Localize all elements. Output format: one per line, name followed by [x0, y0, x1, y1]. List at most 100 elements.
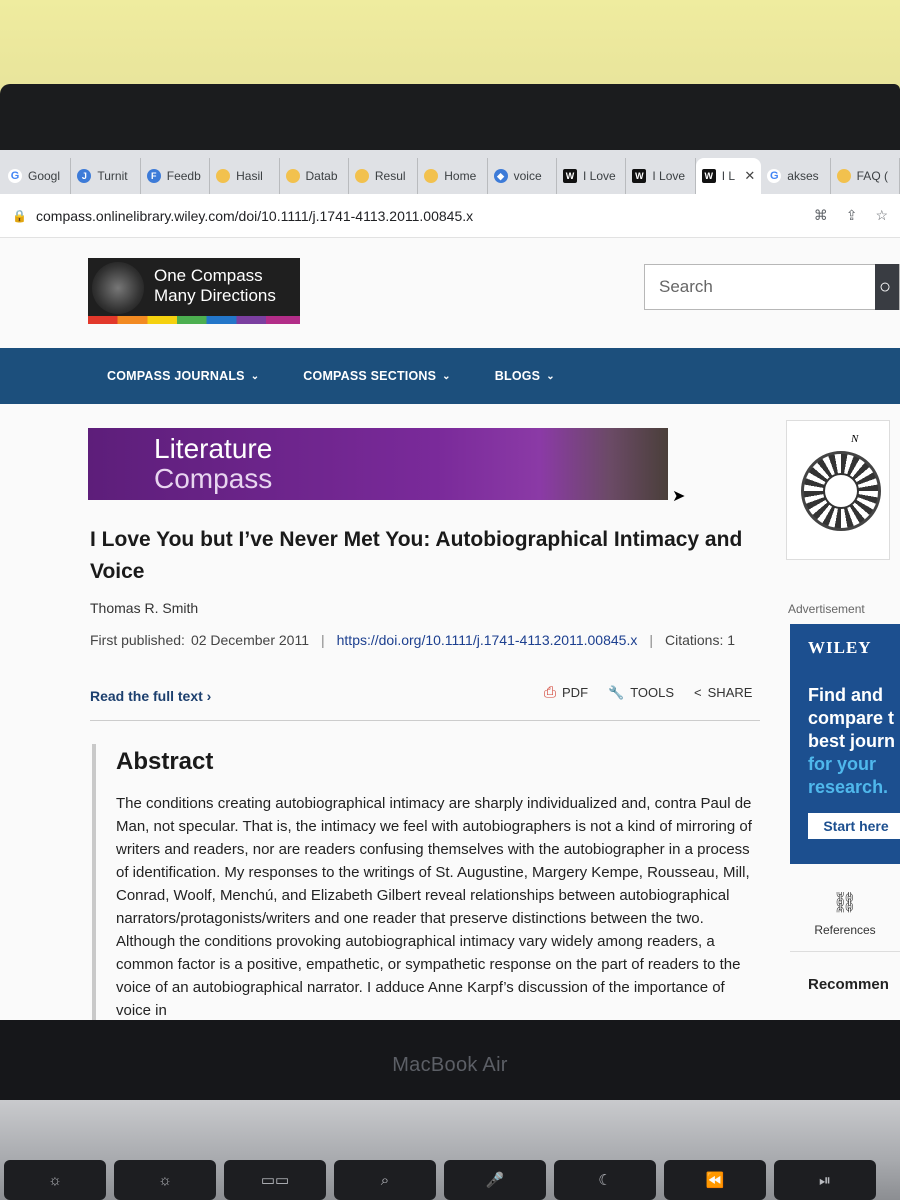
mission-control-key[interactable]: ▭▭ — [224, 1160, 326, 1200]
journal-name-line1: Literature — [154, 433, 273, 464]
chevron-down-icon: ⌄ — [250, 370, 260, 382]
diamond-icon: ◆ — [493, 169, 508, 183]
site-favicon-icon — [424, 169, 439, 183]
start-here-button[interactable]: Start here — [808, 813, 900, 839]
journal-banner[interactable]: Literature Compass — [88, 428, 668, 500]
wrench-icon: 🔧 — [608, 684, 625, 700]
tab-feedback[interactable]: F Feedb — [141, 158, 211, 194]
laptop-brand: MacBook Air — [392, 1054, 508, 1076]
close-tab-icon[interactable]: ✕ — [744, 168, 755, 184]
abstract-heading: Abstract — [116, 748, 214, 775]
url-text[interactable]: compass.onlinelibrary.wiley.com/doi/10.1… — [36, 208, 814, 224]
pdf-button[interactable]: ⎙ PDF — [544, 684, 588, 701]
search-button[interactable]: ○ — [875, 264, 899, 310]
article-page: Literature Compass ➤ N I Love You but I’… — [0, 404, 900, 1020]
article-title: I Love You but I’ve Never Met You: Autob… — [90, 528, 743, 583]
tab-hasil[interactable]: Hasil — [210, 158, 280, 194]
nav-blogs[interactable]: BLOGS ⌄ — [495, 369, 555, 383]
tab-voice[interactable]: ◆ voice — [488, 158, 557, 194]
lock-icon: 🔒 — [12, 208, 27, 223]
recommended-heading: Recommen — [808, 976, 889, 993]
tab-google-scholar[interactable]: G Googl — [2, 158, 72, 194]
chevron-down-icon: ⌄ — [442, 370, 451, 382]
pdf-icon: ⎙ — [544, 684, 557, 701]
play-pause-key[interactable]: ⏯ — [774, 1160, 876, 1200]
tab-akses[interactable]: Gakses — [761, 158, 831, 194]
wiley-w-icon: W — [632, 169, 647, 183]
tab-database[interactable]: Datab — [280, 158, 349, 194]
divider: | — [320, 632, 325, 648]
abstract-section: Abstract The conditions creating autobio… — [92, 744, 772, 1020]
compass-rose-center — [823, 473, 859, 509]
published-date: 02 December 2011 — [190, 632, 309, 648]
site-header: One Compass Many Directions ○ — [0, 238, 900, 348]
tab-active[interactable]: WI L ✕ — [695, 158, 762, 194]
google-icon: G — [8, 169, 22, 183]
divider-line — [90, 720, 760, 721]
browser-screen: G Googl J Turnit F Feedb Hasil Datab Resul … — [0, 150, 900, 1020]
search-icon: ○ — [879, 275, 892, 298]
tab-strip: G Googl J Turnit F Feedb Hasil Datab Resul … — [0, 150, 900, 194]
spotlight-key[interactable]: ⌕ — [334, 1160, 436, 1200]
tab-faq[interactable]: FAQ ( — [831, 158, 900, 194]
citations-count[interactable]: Citations: 1 — [665, 632, 735, 648]
read-full-text-link[interactable]: Read the full text › — [90, 688, 211, 704]
wiley-w-icon: W — [563, 169, 577, 183]
abstract-text: The conditions creating autobiographical… — [116, 795, 752, 1019]
brightness-down-key[interactable]: ☼ — [4, 1160, 106, 1200]
references-label: References — [814, 923, 876, 937]
chevron-down-icon: ⌄ — [546, 370, 555, 382]
references-button[interactable]: ⛓ References — [790, 884, 900, 952]
logo-tagline: One Compass Many Directions — [154, 266, 276, 305]
ad-headline-2: compare t — [808, 708, 895, 728]
article-tools: ⎙ PDF 🔧 TOOLS < SHARE — [544, 684, 752, 701]
doi-link[interactable]: https://doi.org/10.1111/j.1741-4113.2011… — [337, 632, 638, 648]
nav-compass-journals[interactable]: COMPASS JOURNALS ⌄ — [107, 369, 259, 383]
function-key-row: ☼ ☼ ▭▭ ⌕ 🎤 ☾ ⏪ ⏯ — [0, 1160, 900, 1200]
wiley-w-icon: W — [701, 169, 716, 183]
ad-brand: WILEY — [808, 638, 872, 657]
compass-logo[interactable]: One Compass Many Directions — [88, 258, 300, 324]
ad-headline-1: Find and — [808, 685, 883, 705]
search-input[interactable] — [645, 277, 865, 297]
compass-north-icon: N — [851, 433, 859, 445]
search-box: ○ — [644, 264, 900, 310]
address-bar-actions: ⌘ ⇪ ☆ — [814, 207, 888, 224]
article-meta: First published: 02 December 2011 | http… — [90, 632, 735, 648]
journal-name-line2: Compass — [154, 463, 273, 494]
published-label: First published: — [90, 632, 185, 648]
tools-button[interactable]: 🔧 TOOLS — [608, 685, 674, 701]
dictation-key[interactable]: 🎤 — [444, 1160, 546, 1200]
tab-turnitin[interactable]: J Turnit — [71, 158, 141, 194]
mouse-cursor-icon: ➤ — [672, 488, 686, 505]
background-wall — [0, 0, 900, 92]
google-icon: G — [767, 169, 782, 183]
feedback-icon: F — [146, 169, 161, 183]
translate-icon[interactable]: ⌘ — [814, 207, 828, 224]
logo-color-bar — [88, 316, 300, 324]
bookmark-star-icon[interactable]: ☆ — [875, 207, 888, 224]
article-author[interactable]: Thomas R. Smith — [90, 600, 198, 616]
wiley-ad[interactable]: WILEY Find and compare t best journ for … — [790, 624, 900, 864]
site-favicon-icon — [836, 169, 851, 183]
advertisement-label: Advertisement — [788, 602, 865, 616]
tab-home[interactable]: Home — [418, 158, 488, 194]
divider: | — [649, 632, 653, 648]
nav-compass-sections[interactable]: COMPASS SECTIONS ⌄ — [303, 369, 450, 383]
share-page-icon[interactable]: ⇪ — [846, 207, 858, 224]
brightness-up-key[interactable]: ☼ — [114, 1160, 216, 1200]
link-icon: ⛓ — [832, 892, 858, 914]
address-bar[interactable]: 🔒 compass.onlinelibrary.wiley.com/doi/10… — [0, 194, 900, 238]
share-button[interactable]: < SHARE — [694, 685, 752, 700]
compass-icon — [92, 262, 144, 314]
site-favicon-icon — [216, 169, 231, 183]
turnitin-icon: J — [77, 169, 92, 183]
tab-i-love-2[interactable]: WI Love — [626, 158, 696, 194]
rewind-key[interactable]: ⏪ — [664, 1160, 766, 1200]
tab-results[interactable]: Resul — [349, 158, 419, 194]
ad-headline-4: for your — [808, 754, 877, 774]
do-not-disturb-key[interactable]: ☾ — [554, 1160, 656, 1200]
tab-i-love-1[interactable]: WI Love — [557, 158, 627, 194]
share-icon: < — [694, 685, 702, 700]
site-favicon-icon — [285, 169, 300, 183]
